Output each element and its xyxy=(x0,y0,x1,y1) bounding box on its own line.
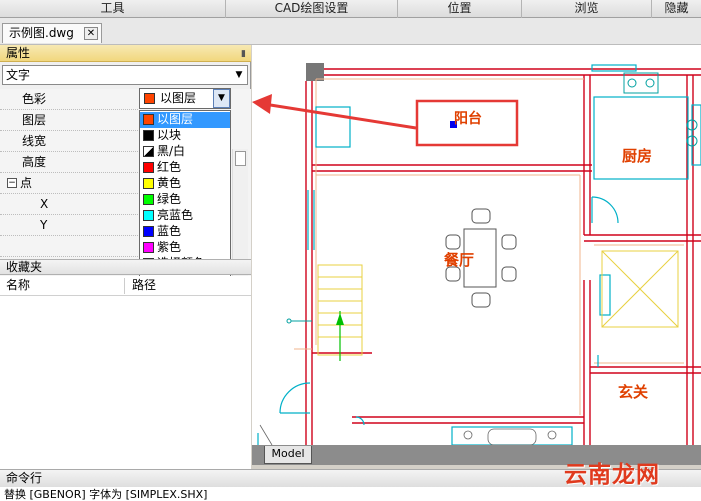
menu-tools[interactable]: 工具 xyxy=(0,0,226,18)
property-label: 图层 xyxy=(22,113,47,127)
object-type-select[interactable]: 文字 ▼ xyxy=(2,65,248,85)
property-row-layer[interactable]: 图层 xyxy=(0,110,138,131)
color-swatch xyxy=(143,146,154,157)
color-option[interactable]: 黄色 xyxy=(140,176,230,192)
favorites-title: 收藏夹 xyxy=(0,259,251,275)
properties-title-label: 属性 xyxy=(6,46,31,60)
favorites-col-name[interactable]: 名称 xyxy=(6,276,30,295)
color-swatch xyxy=(143,178,154,189)
elevator xyxy=(601,250,679,328)
column-divider xyxy=(124,278,125,294)
color-swatch xyxy=(143,162,154,173)
color-option[interactable]: 以块 xyxy=(140,128,230,144)
color-option-label: 以图层 xyxy=(157,112,194,126)
label-balcony: 阳台 xyxy=(454,110,482,127)
color-swatch xyxy=(143,194,154,205)
label-entry: 玄关 xyxy=(618,383,648,401)
favorites-header: 名称 路径 xyxy=(0,276,251,296)
color-option[interactable]: 紫色 xyxy=(140,240,230,256)
menu-position[interactable]: 位置 xyxy=(398,0,522,18)
stair-arrowhead xyxy=(336,313,344,325)
color-select-value: 以图层 xyxy=(160,91,197,105)
menu-browse[interactable]: 浏览 xyxy=(522,0,652,18)
color-option[interactable]: 以图层 xyxy=(140,112,230,128)
color-option-label: 蓝色 xyxy=(157,224,182,238)
color-swatch xyxy=(143,210,154,221)
arrow-head-icon xyxy=(252,94,272,114)
menu-cad-settings[interactable]: CAD绘图设置 xyxy=(226,0,398,18)
color-option-label: 红色 xyxy=(157,160,182,174)
property-label: X xyxy=(40,197,49,211)
arrow-line xyxy=(263,102,417,130)
color-option[interactable]: 黑/白 xyxy=(140,144,230,160)
favorites-col-path[interactable]: 路径 xyxy=(132,276,156,295)
menu-hide[interactable]: 隐藏 xyxy=(652,0,701,18)
color-option-label: 紫色 xyxy=(157,240,182,254)
color-option-label: 黄色 xyxy=(157,176,182,190)
color-option[interactable]: 绿色 xyxy=(140,192,230,208)
properties-panel: 属性 ▮ 文字 ▼ 色彩 图层 线宽 高度 − 点 X Y 以图层 ▼ 以图层以… xyxy=(0,45,251,469)
tab-model[interactable]: Model xyxy=(264,446,312,464)
label-dining: 餐厅 xyxy=(444,251,474,269)
menu-bar: 工具 CAD绘图设置 位置 浏览 隐藏 xyxy=(0,0,701,18)
property-row-empty xyxy=(0,236,138,257)
color-swatch xyxy=(143,114,154,125)
property-label: Y xyxy=(40,218,48,232)
property-row-y[interactable]: Y xyxy=(0,215,138,236)
favorites-list[interactable] xyxy=(0,296,251,469)
color-swatch xyxy=(143,242,154,253)
collapse-icon[interactable]: − xyxy=(7,178,17,188)
property-label: 高度 xyxy=(22,155,47,169)
property-row-color[interactable]: 色彩 xyxy=(0,89,138,110)
color-swatch xyxy=(143,226,154,237)
ucs-marker xyxy=(306,63,324,81)
property-group-point[interactable]: − 点 xyxy=(0,173,138,194)
object-type-value: 文字 xyxy=(6,68,31,82)
callout-arrow xyxy=(252,94,417,130)
pin-icon[interactable]: ▮ xyxy=(241,46,246,62)
document-tab-label: 示例图.dwg xyxy=(9,26,74,40)
properties-title: 属性 ▮ xyxy=(0,45,251,62)
property-label: 线宽 xyxy=(22,134,47,148)
kitchen-fixtures xyxy=(623,72,698,147)
watermark-logo: 云南龙网 xyxy=(564,462,660,488)
document-tab[interactable]: 示例图.dwg ✕ xyxy=(2,23,102,43)
bottom-fixtures xyxy=(259,424,557,445)
color-swatch xyxy=(144,93,155,104)
color-option-label: 绿色 xyxy=(157,192,182,206)
color-option[interactable]: 红色 xyxy=(140,160,230,176)
property-row-x[interactable]: X xyxy=(0,194,138,215)
property-label: 点 xyxy=(20,176,33,190)
color-swatch xyxy=(143,130,154,141)
color-option[interactable]: 亮蓝色 xyxy=(140,208,230,224)
chevron-down-icon: ▼ xyxy=(235,70,243,80)
color-dropdown-button[interactable]: ▼ xyxy=(213,89,230,108)
command-history: 替换 [GBENOR] 字体为 [SIMPLEX.SHX] xyxy=(0,487,701,501)
color-option-label: 以块 xyxy=(157,128,182,142)
color-option[interactable]: 蓝色 xyxy=(140,224,230,240)
property-row-height[interactable]: 高度 xyxy=(0,152,138,173)
document-tab-bar: 示例图.dwg ✕ xyxy=(0,18,701,45)
axis-marker xyxy=(286,318,292,324)
scrollbar-thumb[interactable] xyxy=(235,151,246,166)
color-option-label: 黑/白 xyxy=(157,144,186,158)
label-kitchen: 厨房 xyxy=(622,147,652,165)
color-option-label: 亮蓝色 xyxy=(157,208,194,222)
property-label: 色彩 xyxy=(22,92,47,106)
property-row-lineweight[interactable]: 线宽 xyxy=(0,131,138,152)
close-icon[interactable]: ✕ xyxy=(84,27,98,40)
